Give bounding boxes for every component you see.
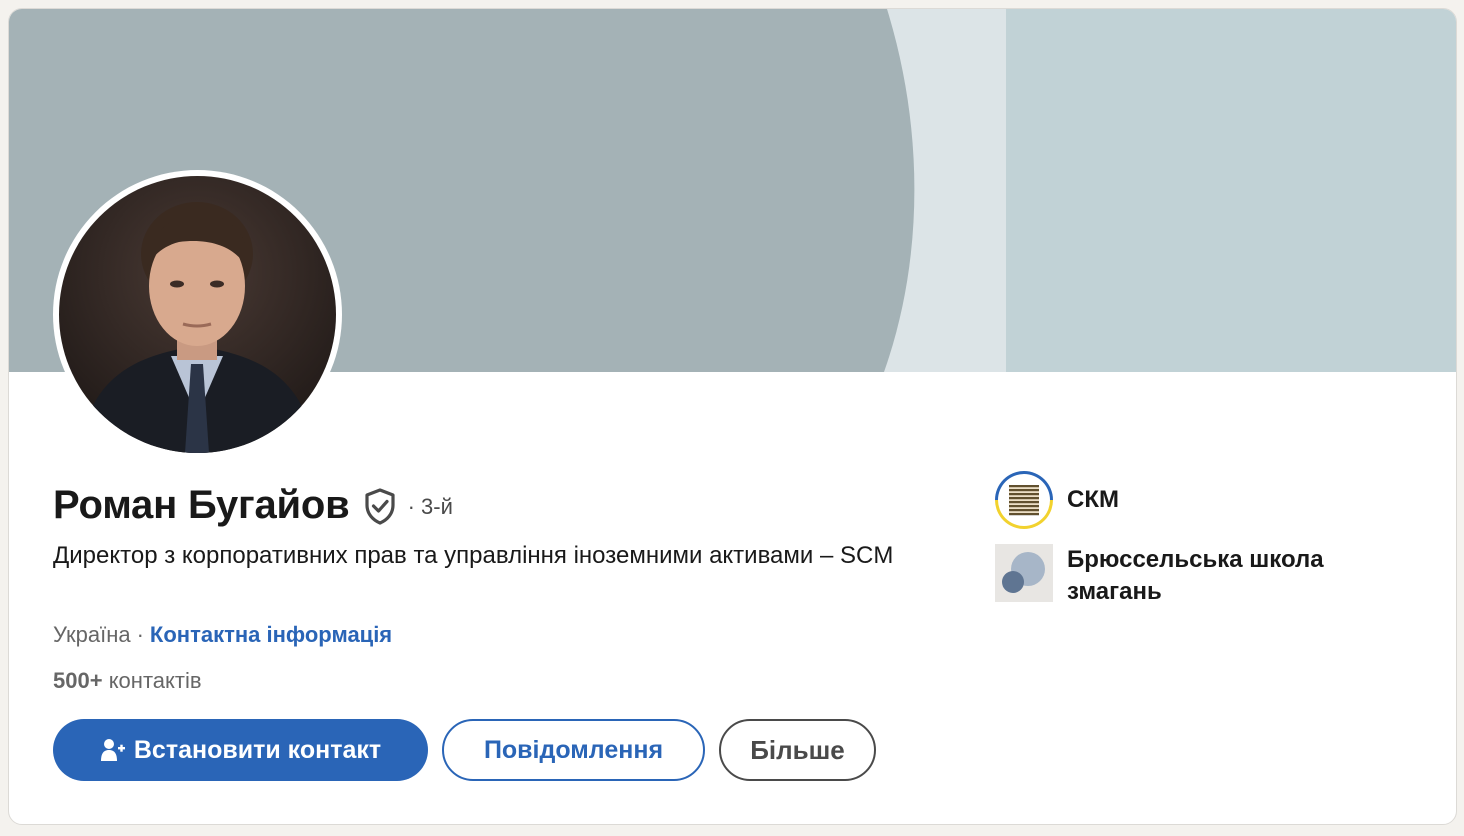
profile-headline: Директор з корпоративних прав та управлі… — [53, 542, 894, 569]
more-button[interactable]: Більше — [719, 719, 876, 781]
name-row: Роман Бугайов · 3-й — [53, 483, 453, 528]
profile-card: Роман Бугайов · 3-й Директор з корпорати… — [8, 8, 1457, 825]
org-item-school[interactable]: Брюссельська школа змагань — [995, 544, 1367, 608]
verified-shield-icon[interactable] — [362, 487, 398, 525]
message-button[interactable]: Повідомлення — [442, 719, 705, 781]
avatar — [59, 176, 336, 453]
add-person-icon — [100, 739, 125, 761]
connections-number: 500+ — [53, 668, 103, 693]
connection-degree: · 3-й — [407, 493, 453, 519]
org-name-school: Брюссельська школа змагань — [1067, 546, 1324, 605]
location-text: Україна — [53, 622, 131, 647]
school-logo-icon — [995, 544, 1053, 602]
connections-label: контактів — [108, 668, 202, 693]
profile-name: Роман Бугайов — [53, 483, 350, 527]
connect-label: Встановити контакт — [133, 735, 382, 764]
org-item-scm[interactable]: СКМ — [995, 471, 1367, 529]
location-separator: · — [136, 622, 144, 647]
org-name-scm: СКМ — [1067, 486, 1119, 513]
connections-count[interactable]: 500+ контактів — [53, 668, 202, 694]
connect-button[interactable]: Встановити контакт — [53, 719, 428, 781]
contact-info-link[interactable]: Контактна інформація — [150, 622, 392, 647]
profile-photo[interactable] — [53, 170, 342, 459]
scm-logo-icon — [995, 471, 1053, 529]
location-row: Україна · Контактна інформація — [53, 622, 392, 648]
